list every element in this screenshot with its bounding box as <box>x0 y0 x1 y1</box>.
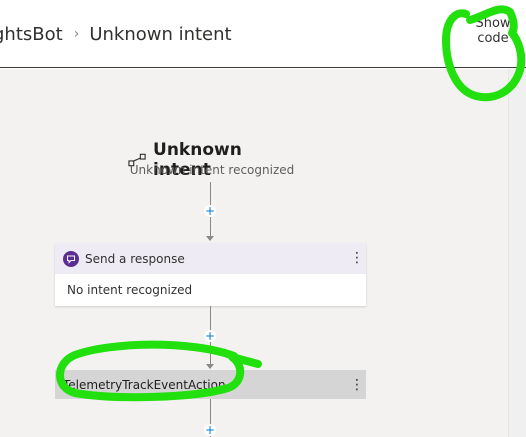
arrow-down-icon <box>206 236 214 241</box>
show-code-label-line1: Show <box>475 16 511 31</box>
more-options-icon[interactable]: ⋮ <box>350 251 364 265</box>
send-response-header: Send a response ⋮ <box>55 243 366 274</box>
add-node-button[interactable]: + <box>204 205 216 217</box>
show-code-label-line2: code <box>477 31 509 46</box>
vertical-scrollbar[interactable] <box>508 69 526 437</box>
breadcrumb-dialog[interactable]: Unknown intent <box>89 24 231 45</box>
chat-bubble-icon <box>67 255 75 264</box>
add-node-button[interactable]: + <box>204 424 216 436</box>
send-response-title: Send a response <box>85 251 185 266</box>
more-options-icon[interactable]: ⋮ <box>350 378 364 392</box>
breadcrumb: ghtsBot › Unknown intent <box>0 22 232 46</box>
add-node-button[interactable]: + <box>204 330 216 342</box>
message-icon <box>63 250 79 267</box>
telemetry-action-title: TelemetryTrackEventAction <box>63 377 226 392</box>
arrow-down-icon <box>206 364 214 369</box>
header: ghtsBot › Unknown intent Show code <box>0 0 526 68</box>
app-root: ghtsBot › Unknown intent Show code Unkno… <box>0 0 526 437</box>
send-response-node[interactable]: Send a response ⋮ No intent recognized <box>55 243 366 306</box>
show-code-button[interactable]: Show code <box>470 16 516 46</box>
trigger-subtitle: Unknown intent recognized <box>129 163 295 177</box>
chevron-right-icon: › <box>73 26 80 42</box>
telemetry-action-node[interactable]: TelemetryTrackEventAction ⋮ <box>55 370 366 399</box>
send-response-body: No intent recognized <box>67 283 193 297</box>
breadcrumb-bot[interactable]: ghtsBot <box>0 24 63 45</box>
